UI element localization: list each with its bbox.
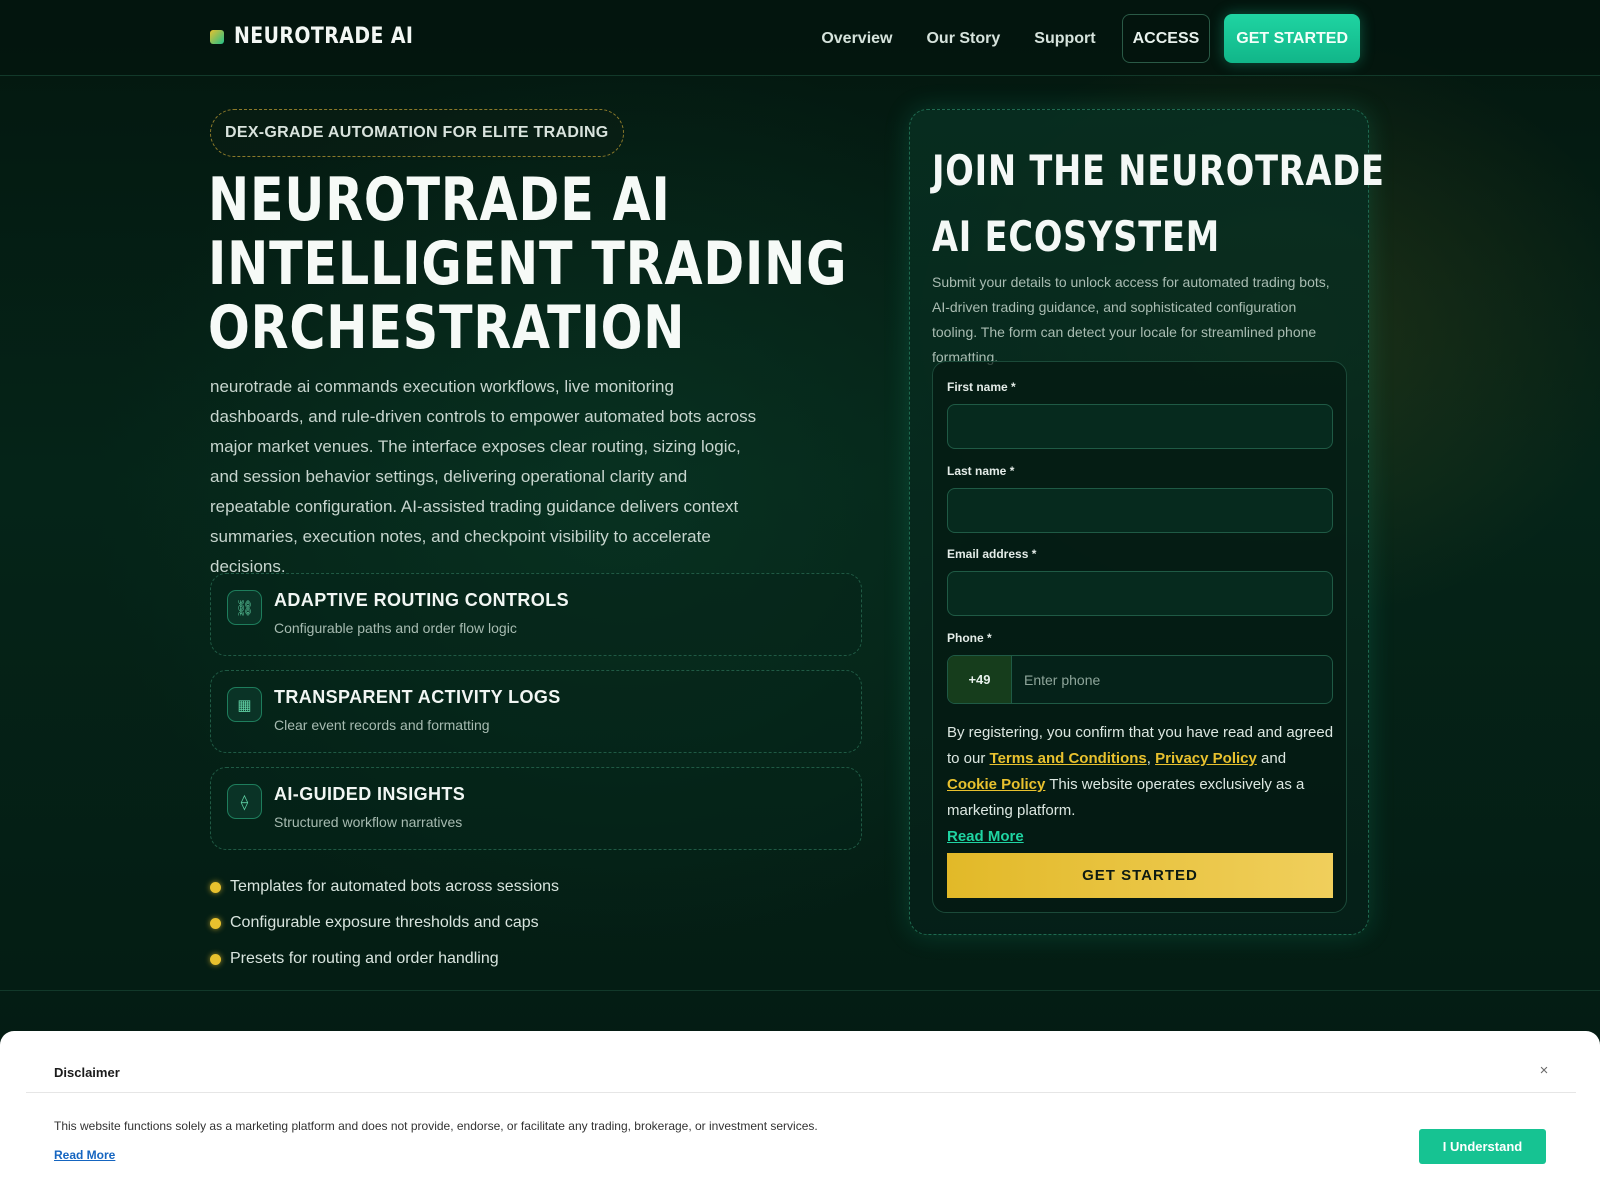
signup-form: First name * Last name * Email address *…	[932, 361, 1347, 913]
bullet-item: Presets for routing and order handling	[210, 941, 559, 977]
first-name-label: First name *	[947, 380, 1016, 394]
last-name-field[interactable]	[947, 488, 1333, 533]
phone-input[interactable]	[1012, 656, 1332, 703]
signup-title-line-1: JOIN THE NEUROTRADE	[932, 146, 1385, 195]
submit-get-started-button[interactable]: GET STARTED	[947, 853, 1333, 898]
cookie-link[interactable]: Cookie Policy	[947, 776, 1045, 793]
access-button[interactable]: ACCESS	[1121, 14, 1211, 63]
read-more-link[interactable]: Read More	[947, 828, 1024, 845]
i-understand-button[interactable]: I Understand	[1419, 1129, 1546, 1164]
feature-title: TRANSPARENT ACTIVITY LOGS	[274, 687, 561, 707]
consent-and: and	[1256, 750, 1287, 767]
signup-title-line-2: AI ECOSYSTEM	[932, 212, 1221, 261]
bullet-text: Templates for automated bots across sess…	[230, 878, 560, 895]
section-divider	[0, 990, 1600, 991]
feature-subtitle: Configurable paths and order flow logic	[274, 620, 517, 636]
terms-link[interactable]: Terms and Conditions	[990, 750, 1147, 767]
feature-card-routing: ⛓ ADAPTIVE ROUTING CONTROLS Configurable…	[210, 573, 862, 656]
privacy-link[interactable]: Privacy Policy	[1155, 750, 1257, 767]
link-icon: ⛓	[227, 590, 262, 625]
grid-icon: ▦	[227, 687, 262, 722]
nav-overview[interactable]: Overview	[821, 30, 892, 48]
feature-title: ADAPTIVE ROUTING CONTROLS	[274, 590, 570, 610]
bullet-text: Presets for routing and order handling	[230, 950, 499, 967]
bullet-dot-icon	[210, 917, 221, 929]
hero-title-line-2: INTELLIGENT TRADING	[208, 229, 848, 299]
phone-field-group: +49	[947, 655, 1333, 704]
disclaimer-text: This website functions solely as a marke…	[54, 1119, 818, 1133]
header-get-started-button[interactable]: GET STARTED	[1224, 14, 1360, 63]
phone-label: Phone *	[947, 631, 992, 645]
site-header: NEUROTRADE AI Overview Our Story Support…	[0, 0, 1600, 76]
hero-description: neurotrade ai commands execution workflo…	[210, 377, 757, 576]
bullet-dot-icon	[210, 953, 221, 965]
disclaimer-banner: Disclaimer × This website functions sole…	[0, 1031, 1600, 1200]
brand-logo[interactable]: NEUROTRADE AI	[210, 24, 443, 49]
diamond-icon: ⟠	[227, 784, 262, 819]
signup-title: JOIN THE NEUROTRADE AI ECOSYSTEM	[932, 138, 1385, 270]
disclaimer-title: Disclaimer	[54, 1065, 120, 1080]
email-field[interactable]	[947, 571, 1333, 616]
logo-mark-icon	[210, 29, 224, 44]
phone-country-code[interactable]: +49	[948, 656, 1012, 703]
first-name-field[interactable]	[947, 404, 1333, 449]
bullet-text: Configurable exposure thresholds and cap…	[230, 914, 539, 931]
consent-comma: ,	[1146, 750, 1156, 767]
feature-bullet-list: Templates for automated bots across sess…	[210, 869, 559, 977]
consent-text: By registering, you confirm that you hav…	[947, 720, 1337, 850]
bullet-item: Configurable exposure thresholds and cap…	[210, 905, 559, 941]
feature-subtitle: Clear event records and formatting	[274, 717, 490, 733]
brand-name: NEUROTRADE AI	[234, 24, 414, 49]
disclaimer-divider	[26, 1092, 1576, 1093]
hero-title-line-1: NEUROTRADE AI	[208, 165, 671, 235]
bullet-item: Templates for automated bots across sess…	[210, 869, 559, 905]
nav-our-story[interactable]: Our Story	[926, 30, 1000, 48]
feature-card-insights: ⟠ AI-GUIDED INSIGHTS Structured workflow…	[210, 767, 862, 850]
signup-description: Submit your details to unlock access for…	[932, 274, 1330, 365]
disclaimer-read-more-link[interactable]: Read More	[54, 1148, 115, 1162]
close-icon[interactable]: ×	[1534, 1061, 1554, 1081]
feature-title: AI-GUIDED INSIGHTS	[274, 784, 466, 804]
hero-tagline-pill: DEX-GRADE AUTOMATION FOR ELITE TRADING	[210, 109, 624, 157]
nav-support[interactable]: Support	[1034, 30, 1095, 48]
email-label: Email address *	[947, 547, 1037, 561]
main-nav: Overview Our Story Support ACCESS GET ST…	[787, 14, 1360, 63]
feature-subtitle: Structured workflow narratives	[274, 814, 463, 830]
last-name-label: Last name *	[947, 464, 1015, 478]
feature-card-logs: ▦ TRANSPARENT ACTIVITY LOGS Clear event …	[210, 670, 862, 753]
hero-title-line-3: ORCHESTRATION	[208, 293, 686, 363]
signup-card: JOIN THE NEUROTRADE AI ECOSYSTEM Submit …	[909, 109, 1384, 935]
hero-title: NEUROTRADE AI INTELLIGENT TRADING ORCHES…	[208, 165, 848, 363]
bullet-dot-icon	[210, 881, 221, 893]
